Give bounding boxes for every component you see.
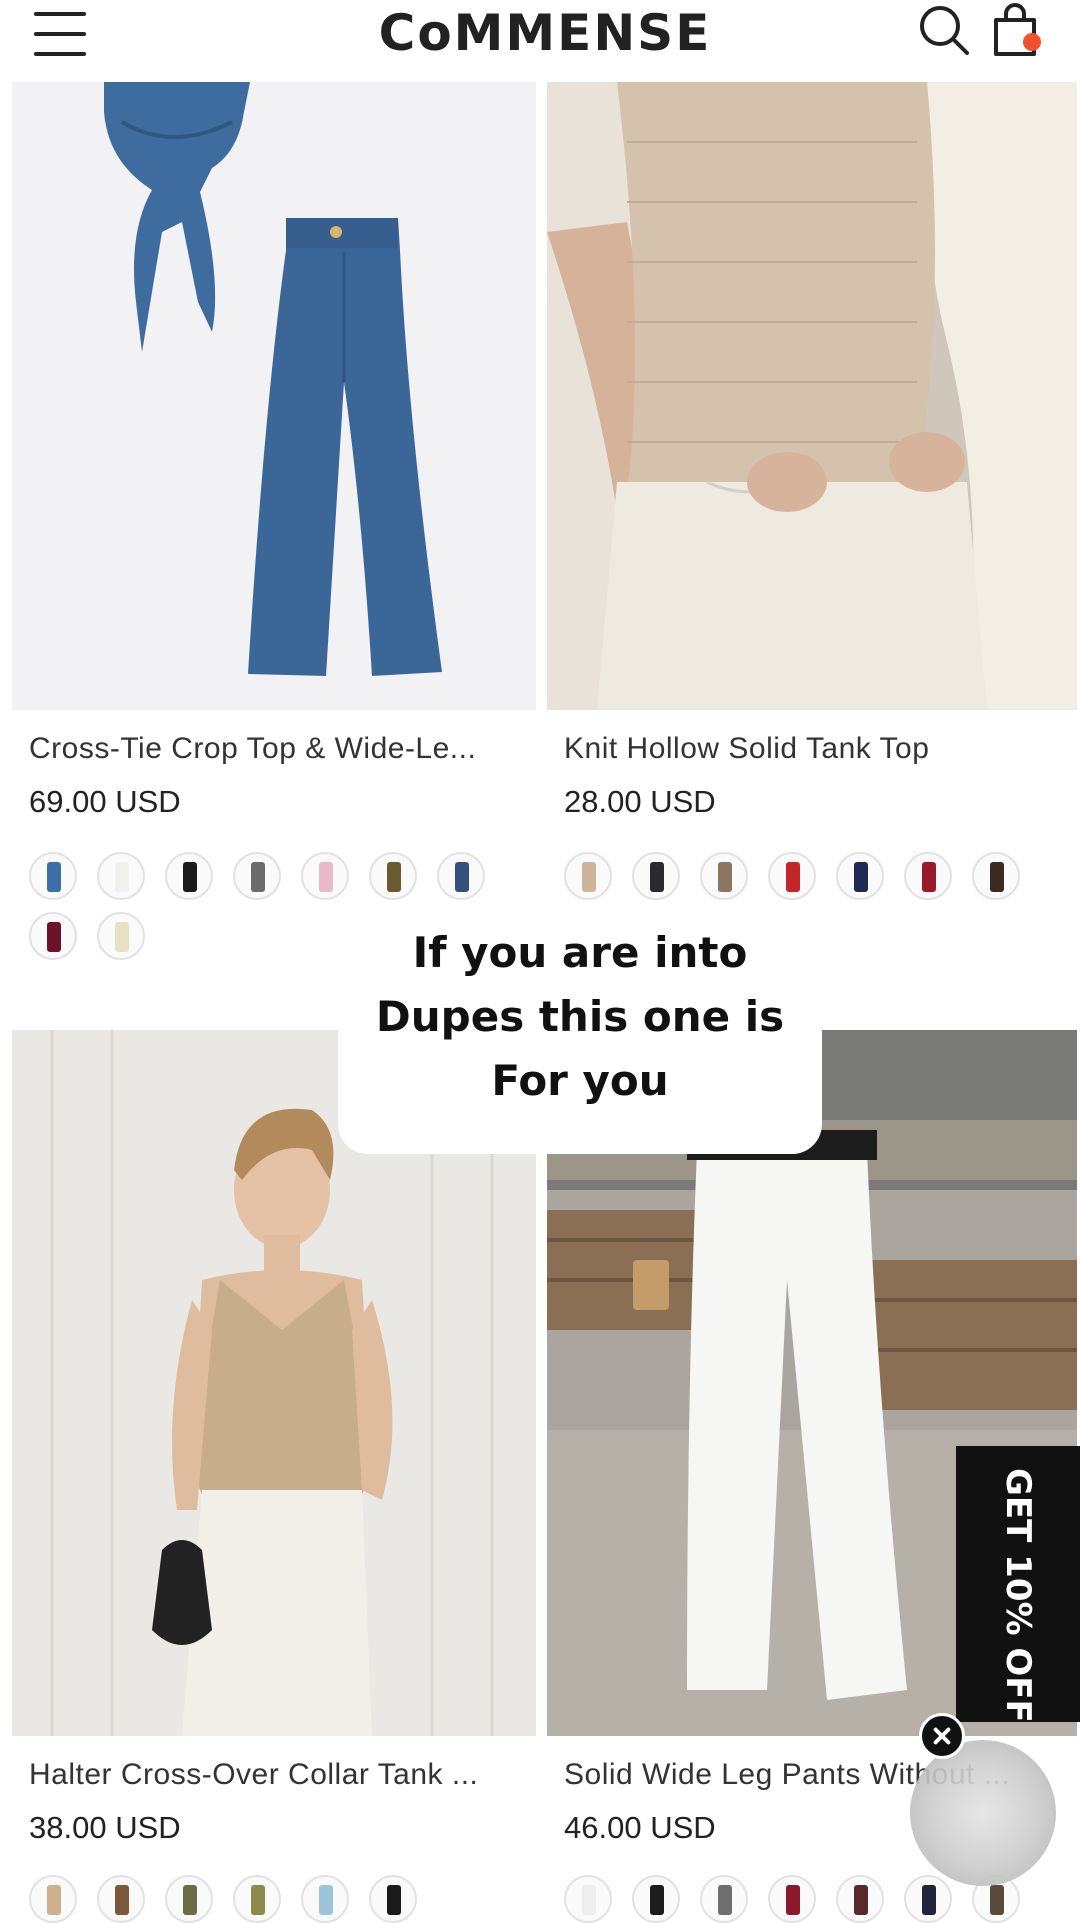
color-swatch[interactable] bbox=[632, 852, 680, 900]
color-swatch[interactable] bbox=[29, 912, 77, 960]
color-swatch[interactable] bbox=[301, 1875, 349, 1923]
color-swatch[interactable] bbox=[165, 1875, 213, 1923]
caption-line: If you are into bbox=[412, 928, 748, 977]
product-price: 46.00 USD bbox=[564, 1810, 716, 1845]
product-title[interactable]: Halter Cross-Over Collar Tank ... bbox=[29, 1758, 478, 1792]
product-image[interactable] bbox=[547, 82, 1077, 710]
color-swatch[interactable] bbox=[97, 912, 145, 960]
color-swatch[interactable] bbox=[97, 1875, 145, 1923]
color-swatch[interactable] bbox=[437, 852, 485, 900]
color-swatch[interactable] bbox=[301, 852, 349, 900]
color-swatch[interactable] bbox=[29, 852, 77, 900]
color-swatch[interactable] bbox=[97, 852, 145, 900]
color-swatch[interactable] bbox=[233, 1875, 281, 1923]
brand-logo[interactable]: CoMMENSE bbox=[340, 4, 750, 62]
color-swatch[interactable] bbox=[165, 852, 213, 900]
color-swatch[interactable] bbox=[836, 1875, 884, 1923]
color-swatch[interactable] bbox=[904, 852, 952, 900]
color-swatch[interactable] bbox=[233, 852, 281, 900]
promo-label: GET 10% OFF bbox=[998, 1468, 1038, 1723]
product-price: 69.00 USD bbox=[29, 784, 181, 819]
caption-line: For you bbox=[491, 1056, 669, 1105]
top-header: CoMMENSE bbox=[0, 0, 1080, 80]
color-swatch[interactable] bbox=[632, 1875, 680, 1923]
color-swatch[interactable] bbox=[564, 1875, 612, 1923]
color-swatch[interactable] bbox=[700, 852, 748, 900]
color-swatch[interactable] bbox=[768, 852, 816, 900]
color-swatch[interactable] bbox=[564, 852, 612, 900]
product-card[interactable]: Knit Hollow Solid Tank Top 28.00 USD bbox=[547, 82, 1077, 962]
discount-promo-tab[interactable]: GET 10% OFF bbox=[956, 1446, 1080, 1723]
overlay-caption: If you are into Dupes this one is For yo… bbox=[338, 900, 822, 1154]
product-image[interactable] bbox=[12, 82, 536, 710]
product-title[interactable]: Cross-Tie Crop Top & Wide-Le... bbox=[29, 732, 476, 766]
color-swatch[interactable] bbox=[836, 852, 884, 900]
floating-chat-button[interactable] bbox=[910, 1740, 1056, 1886]
color-swatch[interactable] bbox=[369, 852, 417, 900]
caption-line: Dupes this one is bbox=[375, 992, 785, 1041]
color-swatch[interactable] bbox=[972, 852, 1020, 900]
search-icon[interactable] bbox=[918, 4, 970, 56]
color-swatch[interactable] bbox=[369, 1875, 417, 1923]
product-price: 38.00 USD bbox=[29, 1810, 181, 1845]
color-swatch[interactable] bbox=[768, 1875, 816, 1923]
color-swatch[interactable] bbox=[29, 1875, 77, 1923]
cart-badge-dot bbox=[1023, 33, 1041, 51]
product-card[interactable]: Cross-Tie Crop Top & Wide-Le... 69.00 US… bbox=[12, 82, 536, 962]
product-title[interactable]: Knit Hollow Solid Tank Top bbox=[564, 732, 929, 766]
close-icon[interactable] bbox=[919, 1713, 965, 1759]
color-swatch[interactable] bbox=[904, 1875, 952, 1923]
color-swatch[interactable] bbox=[700, 1875, 748, 1923]
product-price: 28.00 USD bbox=[564, 784, 716, 819]
product-card[interactable]: Halter Cross-Over Collar Tank ... 38.00 … bbox=[12, 1030, 536, 1923]
hamburger-menu-icon[interactable] bbox=[34, 8, 86, 60]
